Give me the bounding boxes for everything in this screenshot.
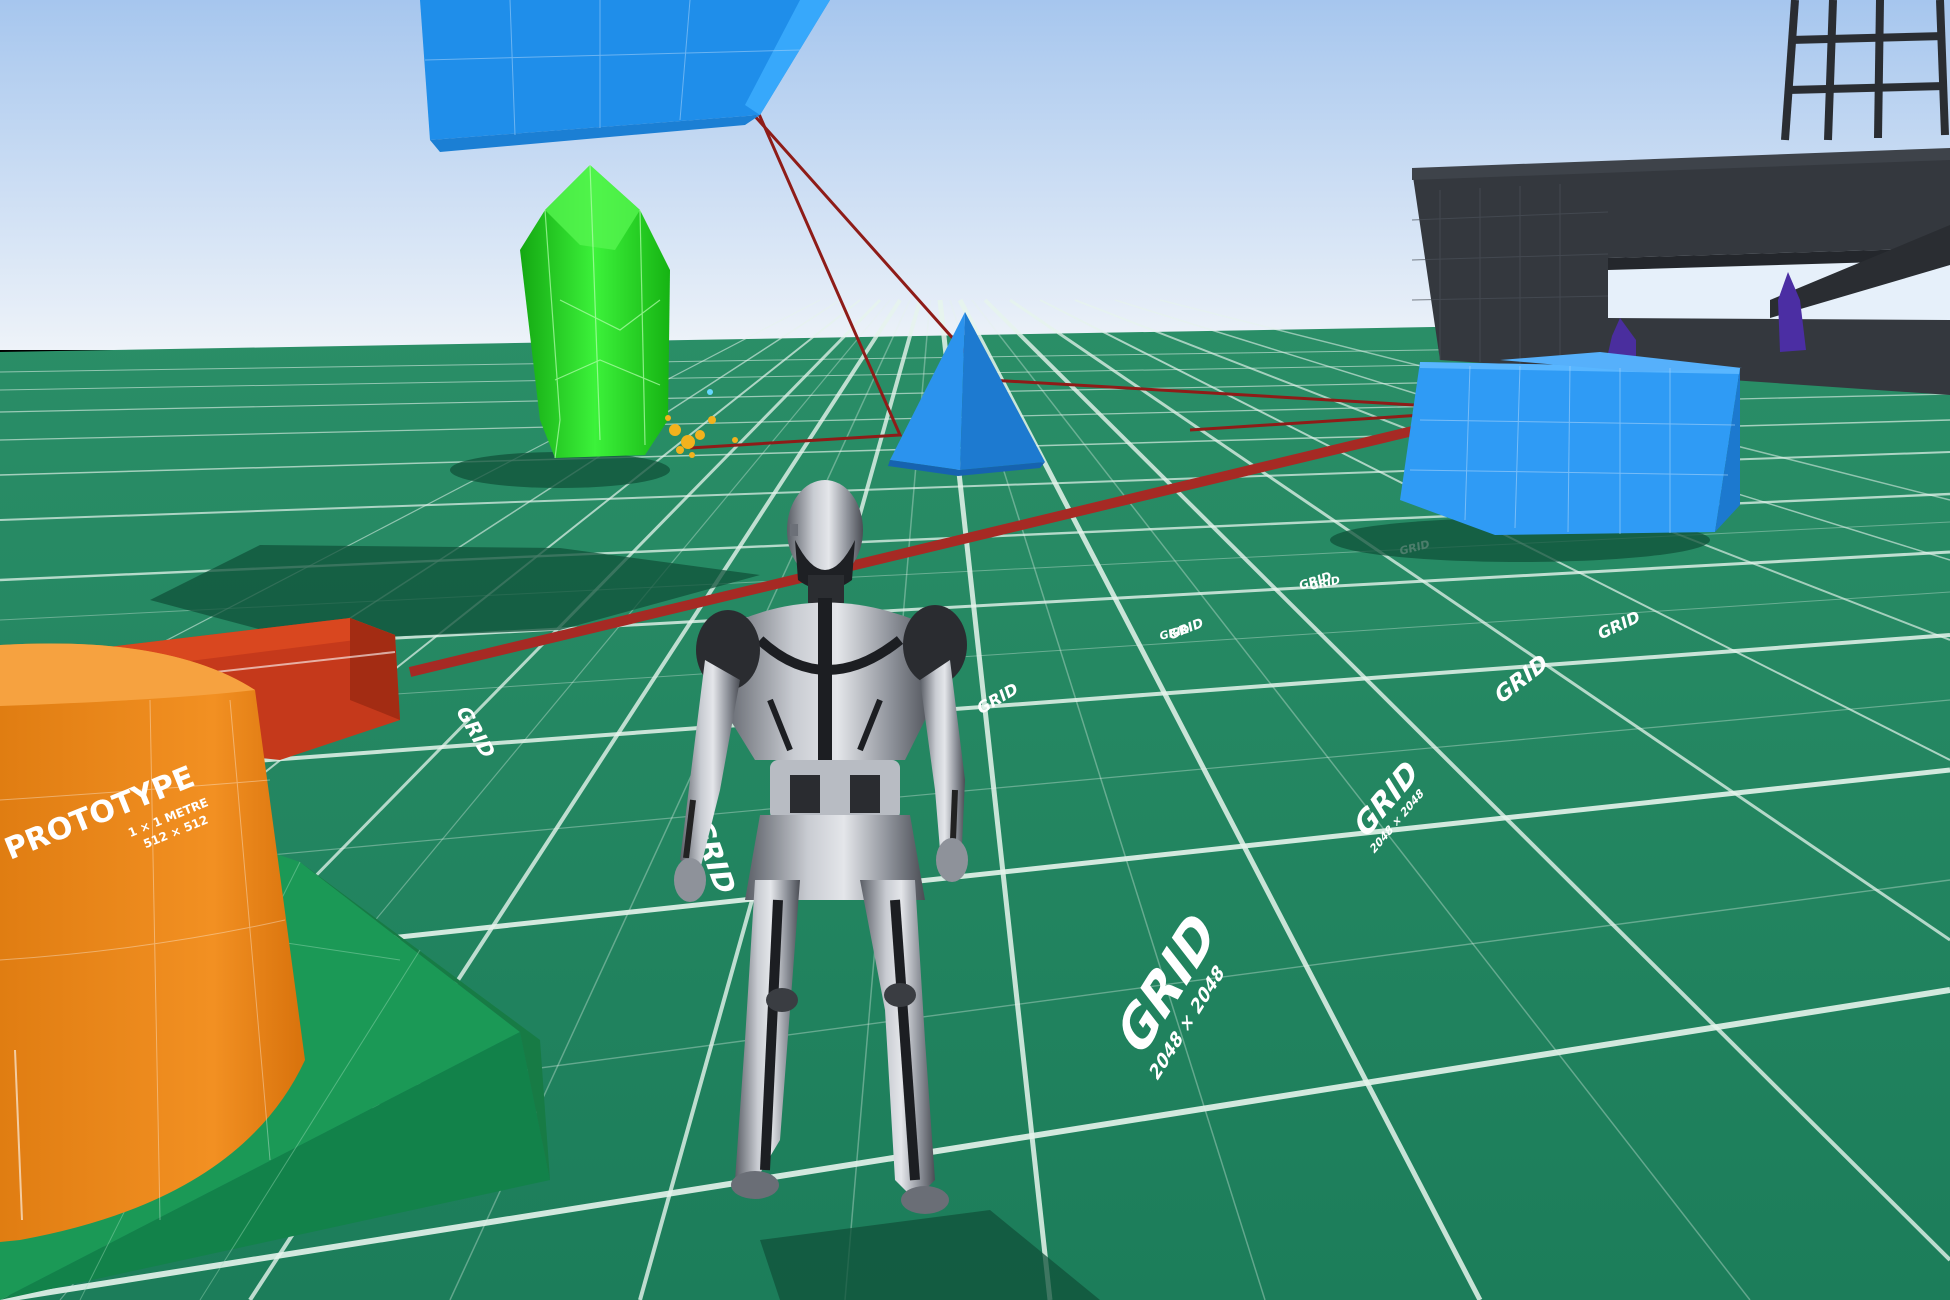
game-scene[interactable]: GRID 2048 × 2048 GRID 2048 × 2048 GRID G… [0,0,1950,1300]
blue-cube-right[interactable] [1400,352,1742,535]
game-viewport[interactable]: GRID 2048 × 2048 GRID 2048 × 2048 GRID G… [0,0,1950,1300]
